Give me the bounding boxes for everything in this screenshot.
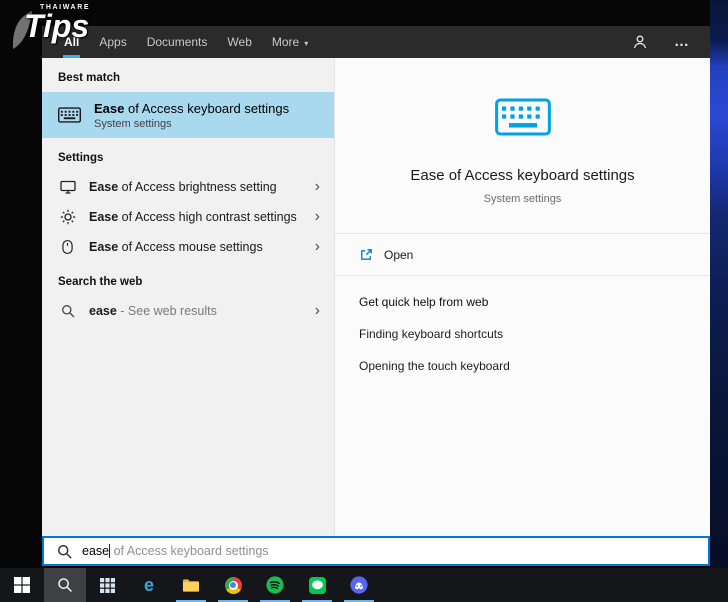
taskbar-apps-grid-button[interactable] (86, 568, 128, 602)
more-options-icon[interactable]: … (674, 34, 690, 49)
match-rest: of Access brightness setting (118, 180, 277, 194)
chevron-right-icon[interactable]: › (311, 239, 324, 255)
start-button[interactable] (0, 568, 44, 602)
edge-icon: e (143, 575, 154, 595)
results-panel: Best match Ease of Access keyboard setti… (42, 58, 335, 536)
thaiware-tips-watermark: THAIWARE Tips (10, 4, 120, 49)
screen: THAIWARE Tips All Apps Documents Web Mor… (0, 0, 728, 602)
match-highlight: Ease (94, 100, 125, 116)
taskbar-search-button[interactable] (44, 568, 86, 602)
match-rest: of Access high contrast settings (118, 210, 297, 224)
result-web-search[interactable]: ease - See web results › (42, 296, 334, 326)
search-icon (59, 304, 76, 318)
search-results-content: Best match Ease of Access keyboard setti… (42, 58, 710, 536)
best-match-subtitle: System settings (94, 117, 172, 130)
tab-more[interactable]: More ▾ (262, 26, 318, 58)
chevron-down-icon: ▾ (304, 39, 309, 48)
open-action[interactable]: Open (335, 234, 710, 275)
spotify-icon (266, 576, 284, 594)
chrome-icon (224, 576, 242, 594)
preview-panel: Ease of Access keyboard settings System … (335, 58, 710, 536)
tab-more-label: More (271, 35, 300, 49)
taskbar-spotify-button[interactable] (254, 568, 296, 602)
tab-web[interactable]: Web (217, 26, 261, 58)
search-input[interactable]: ease of Access keyboard settings (42, 536, 710, 566)
match-rest: of Access keyboard settings (124, 100, 290, 116)
search-icon (58, 578, 73, 593)
chevron-right-icon[interactable]: › (311, 303, 324, 319)
help-link-keyboard-shortcuts[interactable]: Finding keyboard shortcuts (359, 327, 686, 341)
open-label: Open (384, 248, 414, 262)
taskbar-file-explorer-button[interactable] (170, 568, 212, 602)
result-brightness-setting[interactable]: Ease of Access brightness setting › (42, 172, 334, 202)
file-explorer-icon (182, 578, 200, 592)
match-highlight: ease (89, 304, 117, 318)
preview-header: Ease of Access keyboard settings System … (335, 58, 710, 205)
preview-subtitle: System settings (483, 193, 562, 205)
search-web-header: Search the web (58, 276, 143, 288)
result-label: Ease of Access brightness setting (89, 180, 277, 194)
result-label: ease - See web results (89, 304, 217, 318)
search-tab-bar: All Apps Documents Web More ▾ … (42, 26, 710, 58)
chevron-right-icon[interactable]: › (311, 179, 324, 195)
taskbar-chrome-button[interactable] (212, 568, 254, 602)
help-link-touch-keyboard[interactable]: Opening the touch keyboard (359, 359, 686, 373)
settings-header: Settings (58, 152, 104, 164)
result-mouse-settings[interactable]: Ease of Access mouse settings › (42, 232, 334, 262)
result-label: Ease of Access high contrast settings (89, 210, 297, 224)
account-icon[interactable] (632, 34, 648, 50)
tab-documents[interactable]: Documents (137, 26, 218, 58)
match-rest: of Access mouse settings (118, 240, 263, 254)
tab-documents-label: Documents (146, 35, 208, 49)
best-match-result[interactable]: Ease of Access keyboard settings System … (42, 92, 334, 138)
preview-title: Ease of Access keyboard settings (410, 167, 635, 184)
line-icon (308, 576, 326, 594)
match-highlight: Ease (89, 240, 119, 254)
search-icon (57, 544, 72, 559)
best-match-text: Ease of Access keyboard settings System … (94, 101, 289, 130)
logo-text: Tips (24, 8, 90, 44)
taskbar-edge-button[interactable]: e (128, 568, 170, 602)
match-highlight: Ease (89, 180, 119, 194)
search-query-text: ease of Access keyboard settings (82, 544, 269, 558)
contrast-icon (59, 209, 76, 225)
display-icon (59, 179, 76, 195)
discord-icon (350, 576, 368, 594)
best-match-header: Best match (58, 72, 120, 84)
taskbar-line-button[interactable] (296, 568, 338, 602)
windows-logo-icon (14, 577, 30, 593)
result-label: Ease of Access mouse settings (89, 240, 263, 254)
keyboard-icon-large (494, 98, 551, 136)
open-icon (361, 249, 372, 260)
apps-grid-icon (99, 577, 115, 593)
result-high-contrast-settings[interactable]: Ease of Access high contrast settings › (42, 202, 334, 232)
match-rest: - See web results (116, 304, 217, 318)
quick-help-header: Get quick help from web (359, 295, 489, 309)
match-highlight: Ease (89, 210, 119, 224)
taskbar-discord-button[interactable] (338, 568, 380, 602)
autocomplete-suggestion: of Access keyboard settings (110, 544, 269, 558)
keyboard-icon (58, 107, 81, 123)
taskbar: e (0, 568, 728, 602)
typed-query: ease (82, 544, 110, 558)
tab-bar-actions: … (632, 34, 696, 50)
windows-search-flyout: All Apps Documents Web More ▾ … Best matc… (42, 26, 710, 566)
mouse-icon (59, 239, 76, 255)
quick-help-section: Get quick help from web Finding keyboard… (335, 276, 710, 392)
chevron-right-icon[interactable]: › (311, 209, 324, 225)
tab-web-label: Web (227, 35, 252, 49)
best-match-title: Ease of Access keyboard settings (94, 101, 289, 116)
desktop-wallpaper (710, 0, 728, 568)
